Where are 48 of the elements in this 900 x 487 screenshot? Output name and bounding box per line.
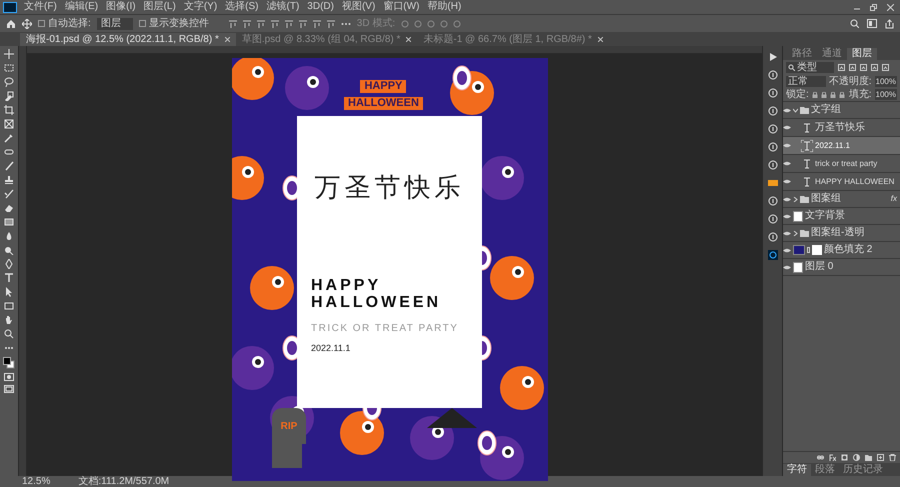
opacity-label: 不透明度: — [828, 76, 872, 86]
poster-headline: HALLOWEEN — [311, 294, 442, 311]
panel-tab[interactable]: 通道 — [817, 48, 847, 60]
menu-item[interactable]: 文字(Y) — [180, 1, 222, 13]
poster-headline: HAPPY — [311, 277, 382, 294]
poster-subtitle: TRICK OR TREAT PARTY — [311, 322, 458, 336]
filter-dropdown[interactable]: 类型 — [786, 62, 834, 73]
layer-row[interactable]: 图案组-透明 — [783, 225, 900, 242]
menu-item[interactable]: 编辑(E) — [60, 1, 102, 13]
lock-label: 锁定: — [786, 90, 809, 100]
layer-row[interactable]: 颜色填充 2 — [783, 242, 900, 259]
checkbox-label: 显示变换控件 — [148, 18, 209, 28]
panel-tab[interactable]: 历史记录 — [839, 464, 887, 476]
menu-item[interactable]: 选择(S) — [221, 1, 262, 13]
menu-item[interactable]: 滤镜(T) — [262, 1, 304, 13]
layer-row[interactable]: HAPPY HALLOWEEN — [783, 173, 900, 191]
banner-text: HAPPY — [360, 80, 406, 93]
layer-row[interactable]: trick or treat party — [783, 155, 900, 173]
menu-item[interactable]: 帮助(H) — [423, 1, 466, 13]
menu-item[interactable]: 3D(D) — [303, 1, 338, 13]
layer-row[interactable]: 文字背景 — [783, 208, 900, 225]
poster-date: 2022.11.1 — [311, 342, 350, 355]
menu-item[interactable]: 图像(I) — [102, 1, 140, 13]
panel-tab[interactable]: 路径 — [787, 48, 817, 60]
document-tab[interactable]: 海报-01.psd @ 12.5% (2022.11.1, RGB/8) * — [20, 33, 236, 46]
zoom-level: 12.5% — [22, 476, 50, 486]
menu-item[interactable]: 视图(V) — [338, 1, 380, 13]
fill-field[interactable]: 100% — [874, 89, 897, 100]
layer-row[interactable]: 2022.11.1 — [783, 137, 900, 155]
banner-text: HALLOWEEN — [344, 97, 423, 110]
menu-item[interactable]: 图层(L) — [140, 1, 180, 13]
layer-row[interactable]: 文字组 — [783, 102, 900, 119]
fx-label: fx — [890, 193, 897, 205]
tombstone: RIP — [272, 408, 306, 444]
fill-label: 填充: — [848, 90, 872, 100]
document-size: 文档:111.2M/557.0M — [78, 476, 170, 486]
opacity-field[interactable]: 100% — [874, 76, 897, 87]
checkbox-label: 自动选择: — [48, 18, 91, 28]
panel-tab[interactable]: 字符 — [783, 464, 811, 476]
blend-mode-dropdown[interactable]: 正常 — [786, 76, 826, 87]
menu-item[interactable]: 文件(F) — [20, 1, 61, 13]
layer-row[interactable]: 图案组 fx — [783, 191, 900, 208]
menu-item[interactable]: 窗口(W) — [379, 1, 424, 13]
poster-title: 万圣节快乐 — [314, 174, 464, 200]
layer-dropdown[interactable]: 图层 — [96, 18, 133, 30]
panel-tab[interactable]: 段落 — [811, 464, 839, 476]
layer-row[interactable]: 图层 0 — [783, 259, 900, 276]
panel-tab[interactable]: 图层 — [847, 48, 877, 60]
